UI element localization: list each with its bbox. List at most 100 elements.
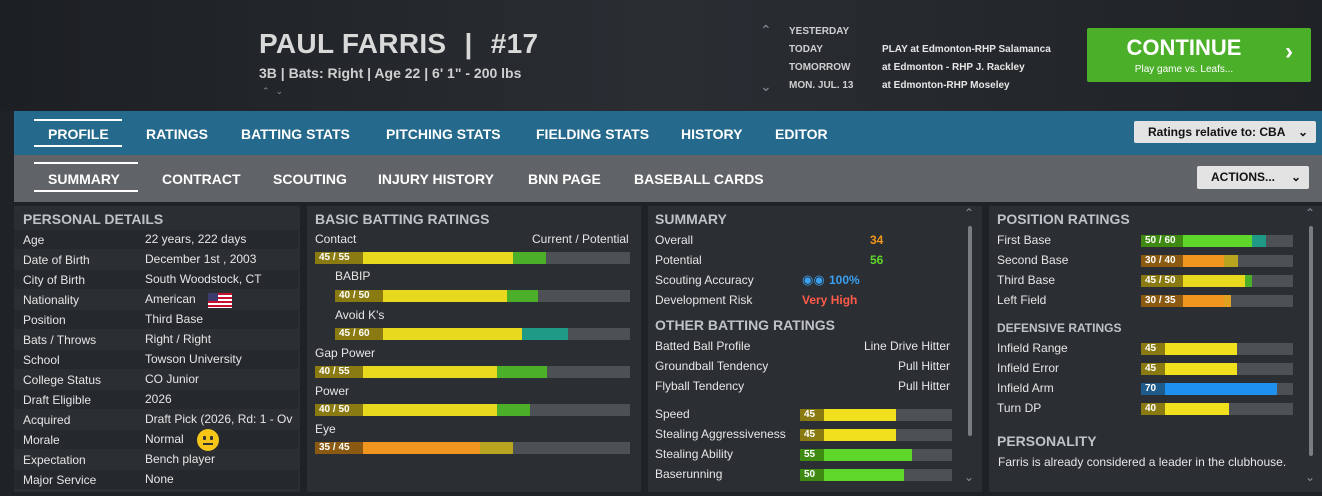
subtab-summary[interactable]: SUMMARY: [48, 171, 120, 187]
scroll-up-icon[interactable]: ⌃: [1305, 206, 1315, 220]
detail-label: Expectation: [23, 453, 86, 467]
rating-fill: [824, 469, 904, 481]
panel-title: PERSONAL DETAILS: [23, 211, 164, 227]
defensive-label: Infield Range: [997, 341, 1068, 355]
schedule-game[interactable]: at Edmonton - RHP J. Rackley: [882, 62, 1025, 73]
schedule-game[interactable]: at Edmonton-RHP Moseley: [882, 80, 1010, 91]
rating-fill: [1165, 363, 1237, 375]
rating-fill: [824, 409, 896, 421]
schedule-day: TODAY: [789, 44, 823, 55]
detail-label: Acquired: [23, 413, 71, 427]
potential-fill: [522, 328, 568, 340]
summary-value: Very High: [802, 293, 858, 307]
rating-badge: 40: [1141, 403, 1165, 415]
personality-text: Farris is already considered a leader in…: [998, 455, 1287, 469]
subtab-bnn-page[interactable]: BNN PAGE: [528, 171, 601, 187]
rating-bar: 55: [800, 449, 952, 461]
subtab-baseball-cards[interactable]: BASEBALL CARDS: [634, 171, 764, 187]
tab-fielding-stats[interactable]: FIELDING STATS: [536, 126, 649, 142]
rating-fill: [824, 449, 912, 461]
player-number: #17: [490, 28, 539, 59]
batting-rating-label: Contact: [315, 232, 357, 246]
actions-menu[interactable]: ACTIONS... ⌄: [1197, 166, 1309, 189]
detail-row: College Status CO Junior: [14, 370, 298, 389]
tab-editor[interactable]: EDITOR: [775, 126, 828, 142]
detail-value: 22 years, 222 days: [145, 232, 247, 246]
rating-bar: 30 / 40: [1141, 255, 1293, 267]
subtab-injury-history[interactable]: INJURY HISTORY: [378, 171, 494, 187]
scrollbar[interactable]: [1309, 226, 1313, 456]
schedule-day: YESTERDAY: [789, 26, 850, 37]
potential-fill: [1252, 235, 1266, 247]
player-title: PAUL FARRIS | #17: [259, 28, 538, 60]
tab-batting-stats[interactable]: BATTING STATS: [241, 126, 350, 142]
subtab-scouting[interactable]: SCOUTING: [273, 171, 347, 187]
tab-profile[interactable]: PROFILE: [48, 126, 109, 142]
rating-badge: 45: [1141, 363, 1165, 375]
current-fill: [1183, 295, 1224, 307]
rating-bar: 45: [800, 429, 952, 441]
binoculars-icon: ◉◉: [802, 272, 825, 287]
main-tabs: PROFILE RATINGS BATTING STATS PITCHING S…: [14, 111, 1322, 155]
summary-value: 100%: [829, 273, 860, 287]
rating-bar: 40: [1141, 403, 1293, 415]
rating-bar: 70: [1141, 383, 1293, 395]
scroll-down-icon[interactable]: ⌄: [1305, 470, 1315, 484]
subtab-contract[interactable]: CONTRACT: [162, 171, 241, 187]
scroll-down-icon[interactable]: ⌄: [964, 470, 974, 484]
defensive-label: Turn DP: [997, 401, 1042, 415]
defensive-label: Infield Error: [997, 361, 1060, 375]
position-ratings-panel: POSITION RATINGS First Base 50 / 60 Second…: [989, 206, 1322, 492]
detail-label: Draft Eligible: [23, 393, 92, 407]
current-fill: [1183, 255, 1224, 267]
tab-pitching-stats[interactable]: PITCHING STATS: [386, 126, 501, 142]
basic-batting-ratings-panel: BASIC BATTING RATINGS Current / Potentia…: [307, 206, 641, 492]
tab-history[interactable]: HISTORY: [681, 126, 742, 142]
potential-fill: [480, 442, 513, 454]
other-rating-label: Groundball Tendency: [655, 359, 769, 373]
chevron-down-icon: ⌄: [1297, 125, 1308, 139]
potential-fill: [497, 404, 530, 416]
current-fill: [363, 366, 497, 378]
schedule-game[interactable]: PLAY at Edmonton-RHP Salamanca: [882, 44, 1051, 55]
schedule-up-icon[interactable]: ⌃: [760, 22, 772, 39]
position-label: Third Base: [997, 273, 1056, 287]
detail-label: Position: [23, 313, 66, 327]
other-rating-label: Batted Ball Profile: [655, 339, 751, 353]
player-nav-arrows[interactable]: ⌃⌄: [262, 86, 289, 97]
detail-value: None: [145, 472, 174, 486]
rating-badge: 40 / 50: [315, 404, 363, 416]
detail-label: Date of Birth: [23, 253, 90, 267]
summary-label: Scouting Accuracy: [655, 273, 754, 287]
rating-fill: [1165, 403, 1229, 415]
speed-rating-label: Stealing Ability: [655, 447, 734, 461]
ratings-relative-select[interactable]: Ratings relative to: CBA ⌄: [1134, 121, 1316, 143]
rating-badge: 50 / 60: [1141, 235, 1183, 247]
player-subline: 3B | Bats: Right | Age 22 | 6' 1" - 200 …: [259, 65, 522, 81]
next-player-icon[interactable]: ⌄: [276, 86, 290, 96]
tab-ratings[interactable]: RATINGS: [146, 126, 208, 142]
schedule-down-icon[interactable]: ⌄: [760, 78, 772, 95]
detail-row: Age 22 years, 222 days: [14, 230, 298, 249]
rating-badge: 30 / 40: [1141, 255, 1183, 267]
speed-rating-label: Baserunning: [655, 467, 723, 481]
potential-fill: [497, 366, 547, 378]
detail-row: Major Service None: [14, 470, 298, 489]
scrollbar[interactable]: [968, 226, 972, 436]
potential-fill: [507, 290, 538, 302]
potential-fill: [1224, 255, 1238, 267]
summary-panel: SUMMARY Overall 34 Potential 56 Scouting Acc…: [648, 206, 982, 492]
detail-value: Bench player: [145, 452, 216, 466]
detail-label: Bats / Throws: [23, 333, 97, 347]
us-flag-icon: [208, 293, 232, 308]
rating-bar: 45: [800, 409, 952, 421]
detail-value: Towson University: [145, 352, 242, 366]
rating-badge: 40 / 55: [315, 366, 363, 378]
detail-value: CO Junior: [145, 372, 200, 386]
scroll-up-icon[interactable]: ⌃: [964, 206, 974, 220]
current-fill: [363, 442, 480, 454]
continue-button[interactable]: CONTINUE Play game vs. Leafs... ›: [1087, 28, 1311, 82]
prev-player-icon[interactable]: ⌃: [262, 86, 276, 96]
personal-details-panel: PERSONAL DETAILS Age 22 years, 222 days Da…: [14, 206, 300, 492]
detail-row: Expectation Bench player: [14, 450, 298, 469]
